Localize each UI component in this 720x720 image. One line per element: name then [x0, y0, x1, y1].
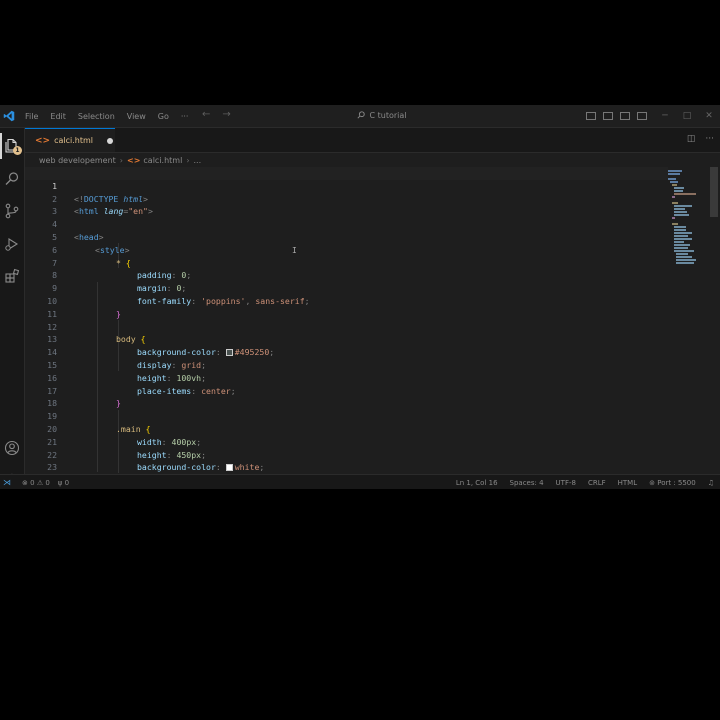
code-line[interactable]: 17 } [25, 372, 668, 409]
encoding[interactable]: UTF-8 [556, 479, 576, 487]
line-ending[interactable]: CRLF [588, 479, 606, 487]
status-left: ⋊ ⊗ 0 ⚠ 0 ψ 0 [0, 475, 69, 489]
tab-label: calci.html [54, 136, 94, 145]
run-debug-icon[interactable] [4, 236, 20, 252]
code-line[interactable]: 2 <html lang="en"> [25, 180, 668, 217]
menu-file[interactable]: File [25, 112, 38, 121]
code-line[interactable]: 9 font-family: 'poppins', sans-serif; [25, 269, 668, 306]
search-icon [357, 110, 366, 121]
code-line[interactable]: 20 width: 400px; [25, 410, 668, 447]
ports-icon: ψ [57, 478, 63, 487]
menu-go[interactable]: Go [158, 112, 169, 121]
code-line[interactable]: 4 <head> [25, 205, 668, 242]
window-controls: ─ □ ✕ [586, 105, 720, 127]
chevron-right-icon: › [186, 155, 190, 165]
code-line[interactable]: 3 [25, 193, 668, 216]
split-editor-icon[interactable]: ◫ [687, 134, 696, 144]
account-icon[interactable] [4, 440, 20, 456]
chevron-right-icon: › [119, 155, 123, 165]
code-line[interactable]: 14 display: grid; [25, 333, 668, 370]
explorer-badge: 1 [13, 146, 22, 155]
warning-count: 0 [45, 478, 50, 487]
source-control-icon[interactable] [4, 203, 20, 219]
code-line[interactable]: 8 margin: 0; [25, 257, 668, 293]
notifications-bell-icon[interactable]: ♫ [708, 479, 714, 487]
unsaved-dot-icon[interactable] [107, 137, 114, 144]
status-bar: ⋊ ⊗ 0 ⚠ 0 ψ 0 Ln 1, Col 16 Spaces: 4 UTF… [0, 474, 720, 489]
toggle-secondary-sidebar-icon[interactable] [620, 112, 630, 120]
broadcast-icon: ⊚ [649, 478, 658, 487]
code-line[interactable]: 16 place-items: center; [25, 359, 668, 396]
live-server-port[interactable]: ⊚ Port : 5500 [649, 479, 696, 487]
code-editor[interactable]: 1 <!DOCTYPE html> 2 <html lang="en"> 3 4… [25, 167, 668, 473]
menu-more[interactable]: ··· [181, 112, 189, 121]
code-line[interactable]: 7 padding: 0; [25, 244, 668, 281]
indentation[interactable]: Spaces: 4 [510, 479, 544, 487]
ports-count: 0 [64, 478, 70, 487]
status-right: Ln 1, Col 16 Spaces: 4 UTF-8 CRLF HTML ⊚… [456, 475, 714, 489]
code-line[interactable]: 24 border: 5px solid black; [25, 461, 668, 473]
code-line[interactable]: 13 background-color: #495250; [25, 321, 668, 357]
cursor-position[interactable]: Ln 1, Col 16 [456, 479, 498, 487]
code-line[interactable]: 23 position: absolute; [25, 449, 668, 472]
code-line[interactable]: 15 height: 100vh; [25, 346, 668, 383]
code-line[interactable]: 22 background-color: white; [25, 436, 668, 473]
ports-status[interactable]: ψ 0 [58, 479, 69, 487]
command-center-label: C tutorial [369, 111, 407, 120]
tab-calci-html[interactable]: <> calci.html [25, 128, 115, 152]
title-bar: File Edit Selection View Go ··· ← → C tu… [0, 105, 720, 128]
menu-selection[interactable]: Selection [78, 112, 115, 121]
breadcrumb-file[interactable]: calci.html [143, 156, 182, 165]
maximize-icon[interactable]: □ [676, 111, 698, 121]
editor-actions: ◫ ··· [687, 134, 714, 144]
search-icon[interactable] [4, 171, 20, 187]
menu-bar: File Edit Selection View Go ··· [25, 105, 200, 127]
minimap[interactable] [668, 167, 708, 317]
problems-status[interactable]: ⊗ 0 ⚠ 0 [22, 479, 50, 487]
html-file-icon: <> [126, 155, 141, 165]
breadcrumb-more[interactable]: ... [194, 156, 202, 165]
mouse-cursor-icon: I [292, 246, 297, 255]
warning-icon: ⚠ [36, 478, 44, 487]
extensions-icon[interactable] [4, 268, 20, 284]
html-file-icon: <> [35, 135, 51, 146]
menu-view[interactable]: View [127, 112, 146, 121]
code-line[interactable]: 11 [25, 295, 668, 319]
remote-icon[interactable]: ⋊ [0, 475, 14, 489]
activity-bar: 1 [0, 128, 25, 487]
minimize-icon[interactable]: ─ [654, 111, 676, 121]
toggle-primary-sidebar-icon[interactable] [586, 112, 596, 120]
code-line[interactable]: 10 } [25, 282, 668, 319]
toggle-panel-icon[interactable] [603, 112, 613, 120]
code-line[interactable]: 19 .main { [25, 397, 668, 434]
more-actions-icon[interactable]: ··· [705, 134, 714, 144]
code-line[interactable]: 1 <!DOCTYPE html> [25, 167, 668, 204]
error-icon: ⊗ [22, 478, 28, 487]
menu-edit[interactable]: Edit [50, 112, 66, 121]
code-line[interactable]: 6 * { [25, 231, 668, 268]
code-line[interactable]: 12 body { [25, 308, 668, 345]
code-line[interactable]: 18 [25, 385, 668, 408]
code-line[interactable]: 21 height: 450px; [25, 423, 668, 460]
vscode-window: File Edit Selection View Go ··· ← → C tu… [0, 105, 720, 489]
language-mode[interactable]: HTML [618, 479, 637, 487]
breadcrumb: web developement › <> calci.html › ... [39, 154, 201, 166]
tab-bar: <> calci.html ◫ ··· [25, 128, 720, 153]
breadcrumb-folder[interactable]: web developement [39, 156, 116, 165]
vertical-scrollbar[interactable] [710, 167, 718, 217]
customize-layout-icon[interactable] [637, 112, 647, 120]
command-center[interactable]: C tutorial [190, 108, 574, 123]
error-count: 0 [30, 478, 35, 487]
active-indicator [0, 133, 2, 159]
vscode-logo-icon[interactable] [3, 110, 15, 122]
close-icon[interactable]: ✕ [698, 111, 720, 121]
code-line[interactable]: 5 <style> [25, 218, 668, 255]
